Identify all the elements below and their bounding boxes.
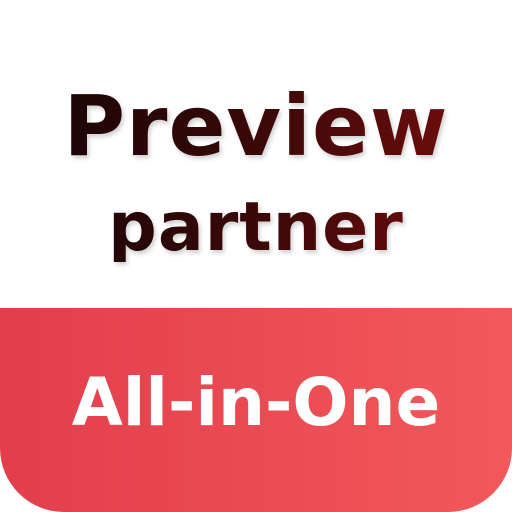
title-line-partner: partner bbox=[0, 194, 512, 262]
title-area: Preview partner bbox=[0, 0, 512, 308]
band-label: All-in-One bbox=[71, 364, 441, 441]
title-line-preview: Preview bbox=[0, 84, 512, 168]
app-icon: Preview partner All-in-One bbox=[0, 0, 512, 512]
bottom-band: All-in-One bbox=[0, 308, 512, 512]
